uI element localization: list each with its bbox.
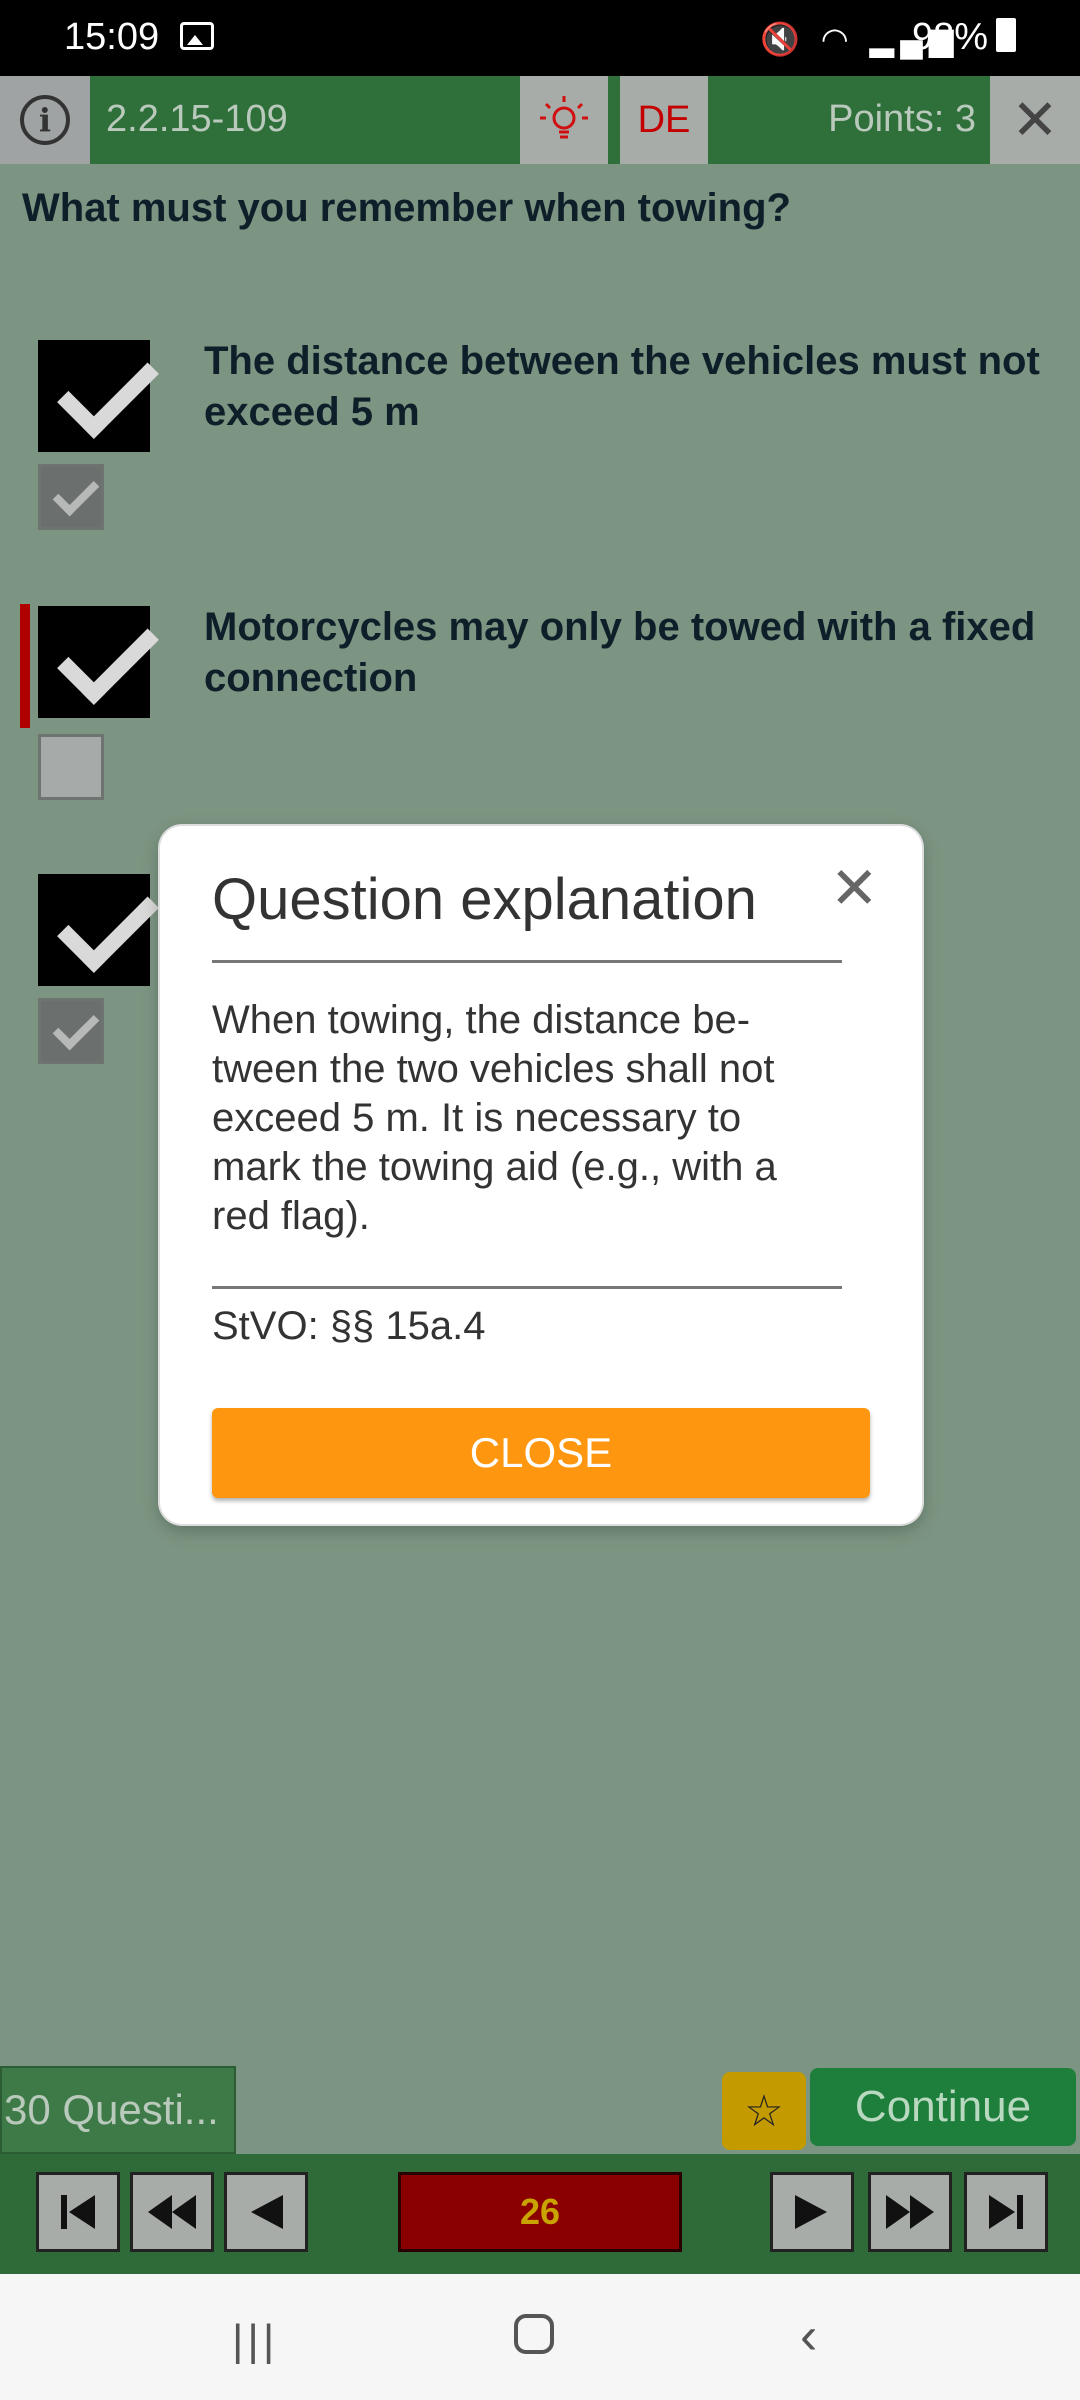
recents-icon[interactable]: ||| <box>232 2316 278 2366</box>
back-icon[interactable]: ‹ <box>800 2306 817 2366</box>
dialog-title: Question explanation <box>212 867 757 932</box>
dialog-overlay: Question explanation ✕ When towing, the … <box>0 0 1080 2274</box>
dialog-close-icon[interactable]: ✕ <box>830 860 879 918</box>
system-navigation-bar: ||| ‹ <box>0 2274 1080 2400</box>
divider <box>212 1286 842 1289</box>
close-button[interactable]: CLOSE <box>212 1408 870 1498</box>
explanation-dialog: Question explanation ✕ When towing, the … <box>160 826 922 1524</box>
home-icon[interactable] <box>514 2314 554 2354</box>
explanation-text: When towing, the distance be-tween the t… <box>212 998 777 1238</box>
divider <box>212 960 842 963</box>
legal-reference: StVO: §§ 15a.4 <box>212 1304 486 1348</box>
